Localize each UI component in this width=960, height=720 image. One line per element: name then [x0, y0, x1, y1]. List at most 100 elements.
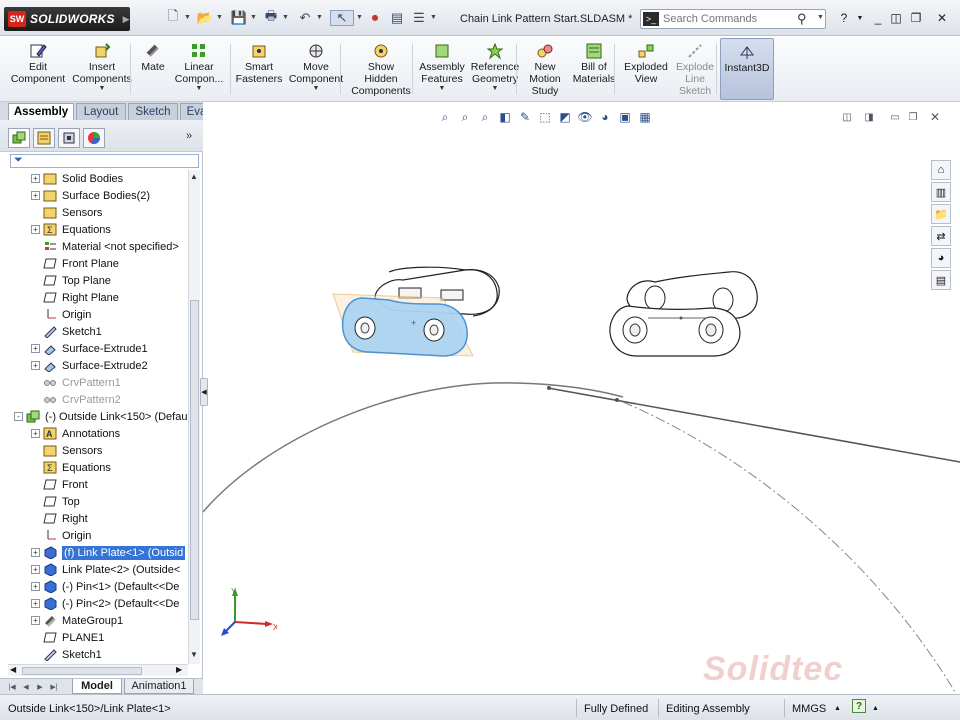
tab-animation1[interactable]: Animation1 [124, 679, 194, 694]
edit-appearance-icon[interactable]: ◕ [595, 108, 615, 126]
expand-icon[interactable]: + [31, 599, 40, 608]
move-component-button[interactable]: Move Component ▼ [286, 38, 346, 100]
expand-icon[interactable]: + [31, 616, 40, 625]
tree-item[interactable]: Material <not specified> [0, 238, 190, 255]
minimize-icon[interactable]: _ [870, 10, 886, 26]
collapse-icon[interactable]: - [14, 412, 23, 421]
show-hidden-button[interactable]: Show Hidden Components [346, 38, 416, 100]
new-document-icon[interactable]: 🗋 [164, 8, 182, 26]
tree-item[interactable]: + Surface-Extrude1 [0, 340, 190, 357]
chevron-double-right-icon[interactable]: » [186, 130, 192, 142]
open-folder-icon[interactable]: 📂 [196, 10, 214, 26]
expand-icon[interactable]: + [31, 191, 40, 200]
tree-item[interactable]: Origin [0, 527, 190, 544]
tree-item[interactable]: + Surface Bodies(2) [0, 187, 190, 204]
print-icon[interactable]: 🖶 [262, 8, 280, 26]
custom-properties-icon[interactable]: ▤ [931, 270, 951, 290]
first-tab-arrow-icon[interactable]: |◀ [6, 681, 18, 693]
tile-icon[interactable]: ◫ [888, 10, 904, 26]
edit-component-button[interactable]: Edit Component [8, 38, 68, 100]
tree-item[interactable]: CrvPattern1 [0, 374, 190, 391]
apply-scene-icon[interactable]: ▣ [615, 108, 635, 126]
tree-item[interactable]: + Solid Bodies [0, 170, 190, 187]
viewport-restore-icon[interactable]: ❐ [905, 110, 921, 124]
bom-button[interactable]: Bill of Materials [570, 38, 618, 100]
tree-item[interactable]: Right [0, 510, 190, 527]
options-icon[interactable]: ☰ [410, 10, 428, 26]
prev-tab-arrow-icon[interactable]: ◀ [20, 681, 32, 693]
dynamic-annotation-icon[interactable]: ✎ [515, 108, 535, 126]
expand-icon[interactable]: + [31, 344, 40, 353]
expand-icon[interactable]: + [31, 361, 40, 370]
tree-item[interactable]: + Link Plate<2> (Outside< [0, 561, 190, 578]
section-view-icon[interactable]: ◧ [495, 108, 515, 126]
instant3d-button[interactable]: Instant3D [720, 38, 774, 100]
search-input[interactable] [663, 12, 793, 26]
chevron-down-icon[interactable]: ▼ [817, 14, 824, 21]
restore-icon[interactable]: ❐ [908, 10, 924, 26]
scroll-thumb[interactable] [22, 667, 142, 675]
zoom-to-fit-icon[interactable]: ⌕ [435, 108, 455, 126]
chevron-down-icon[interactable]: ▼ [196, 85, 203, 92]
scroll-left-arrow-icon[interactable]: ◀ [10, 665, 16, 674]
chevron-down-icon[interactable]: ▼ [356, 14, 363, 21]
scroll-up-arrow-icon[interactable]: ▲ [190, 172, 198, 181]
scroll-right-arrow-icon[interactable]: ▶ [176, 665, 182, 674]
tree-item[interactable]: Right Plane [0, 289, 190, 306]
chevron-down-icon[interactable]: ▼ [99, 85, 106, 92]
expand-icon[interactable]: + [31, 565, 40, 574]
tree-item[interactable]: - (-) Outside Link<150> (Defau [0, 408, 190, 425]
mate-button[interactable]: Mate [136, 38, 170, 100]
tree-item[interactable]: Front [0, 476, 190, 493]
tree-vertical-scrollbar[interactable]: ▲ ▼ [188, 170, 200, 664]
design-library-icon[interactable]: ▥ [931, 182, 951, 202]
reference-geometry-button[interactable]: Reference Geometry ▼ [468, 38, 522, 100]
expand-icon[interactable]: + [31, 225, 40, 234]
chevron-down-icon[interactable]: ▼ [852, 10, 868, 26]
expand-icon[interactable]: + [31, 174, 40, 183]
tree-item[interactable]: Σ Equations [0, 459, 190, 476]
tree-item[interactable]: PLANE1 [0, 629, 190, 646]
traffic-light-icon[interactable]: ⏺ [366, 10, 384, 26]
viewport-split-icon[interactable]: ◨ [861, 110, 877, 124]
panel-collapse-handle[interactable]: ◀ [200, 378, 208, 406]
help-icon[interactable]: ? [836, 10, 852, 26]
exploded-view-button[interactable]: Exploded View [620, 38, 672, 100]
tree-item[interactable]: Sketch1 [0, 646, 190, 663]
tree-item[interactable]: Origin [0, 306, 190, 323]
chevron-down-icon[interactable]: ▼ [184, 14, 191, 21]
undo-icon[interactable]: ↶ [296, 10, 314, 26]
graphics-area[interactable]: + ⌕ ⌕ ⌕ ◧ ✎ ⬚ ◩ 👁 ◕ ▣ ▦ ◫ ◨ ▭ ❐ ✕ ⌂ ▥ 📁 … [203, 102, 960, 694]
insert-components-button[interactable]: Insert Components ▼ [66, 38, 138, 100]
chevron-down-icon[interactable]: ▼ [492, 85, 499, 92]
chevron-down-icon[interactable]: ▼ [216, 14, 223, 21]
viewport-minimize-icon[interactable]: ▭ [887, 110, 903, 124]
tree-item[interactable]: Front Plane [0, 255, 190, 272]
select-cursor-icon[interactable]: ↖ [330, 10, 354, 26]
tree-item[interactable]: + (f) Link Plate<1> (Outsid [0, 544, 190, 561]
tree-item[interactable]: + (-) Pin<1> (Default<<De [0, 578, 190, 595]
tree-item[interactable]: Sketch1 [0, 323, 190, 340]
motion-study-button[interactable]: New Motion Study [524, 38, 566, 100]
expand-icon[interactable]: + [31, 548, 40, 557]
chevron-down-icon[interactable]: ▼ [439, 85, 446, 92]
quick-tips-icon[interactable]: ? [852, 699, 866, 713]
solidworks-logo[interactable]: SW SOLIDWORKS ▶ [4, 7, 130, 31]
tree-item[interactable]: + (-) Pin<2> (Default<<De [0, 595, 190, 612]
tree-item[interactable]: + Σ Equations [0, 221, 190, 238]
display-manager-icon[interactable] [83, 128, 105, 148]
expand-icon[interactable]: + [31, 429, 40, 438]
chevron-down-icon[interactable]: ▼ [250, 14, 257, 21]
viewport-tile-icon[interactable]: ◫ [839, 110, 855, 124]
chevron-up-icon[interactable]: ▲ [834, 705, 841, 712]
chevron-down-icon[interactable]: ▼ [316, 14, 323, 21]
tab-model[interactable]: Model [72, 679, 122, 694]
file-properties-icon[interactable]: ▤ [388, 10, 406, 26]
viewport-close-icon[interactable]: ✕ [927, 110, 943, 124]
chevron-down-icon[interactable]: ▼ [282, 14, 289, 21]
save-icon[interactable]: 💾 [230, 10, 248, 26]
tree-item[interactable]: CrvPattern2 [0, 391, 190, 408]
chevron-up-icon[interactable]: ▲ [872, 705, 879, 712]
chevron-down-icon[interactable]: ▼ [313, 85, 320, 92]
file-explorer-icon[interactable]: 📁 [931, 204, 951, 224]
